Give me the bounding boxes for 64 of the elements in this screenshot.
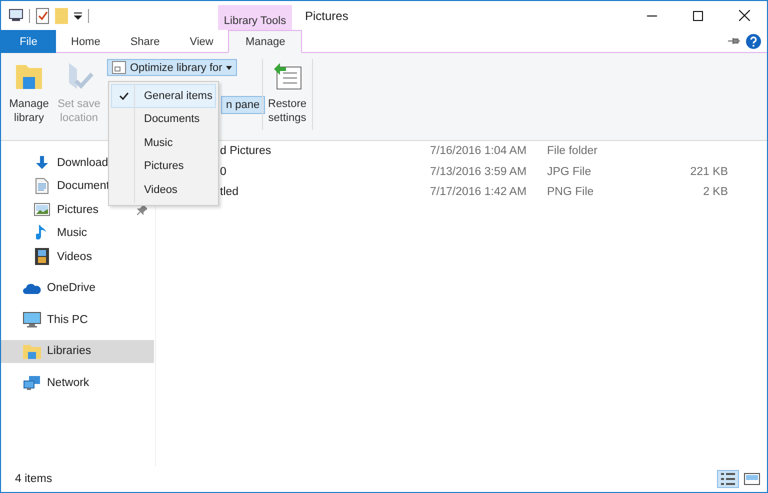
large-icons-view-button[interactable] xyxy=(741,470,763,488)
picture-icon xyxy=(34,203,50,216)
library-folder-icon xyxy=(23,343,41,360)
optimize-library-dropdown[interactable]: Optimize library for xyxy=(107,59,238,76)
restore-settings-button[interactable]: Restore settings xyxy=(265,57,310,129)
file-size: 221 KB xyxy=(690,166,728,178)
details-view-icon xyxy=(720,472,736,486)
document-icon xyxy=(35,178,49,194)
item-count: 4 items xyxy=(15,473,52,485)
date-modified: 7/17/2016 1:42 AM xyxy=(430,186,527,198)
nav-item[interactable]: This PC xyxy=(1,308,155,332)
nav-item-label: Pictures xyxy=(57,204,99,216)
nav-item-label: Document xyxy=(57,180,110,192)
properties-icon xyxy=(9,9,23,22)
nav-item[interactable]: Libraries xyxy=(1,340,154,363)
large-icons-view-icon xyxy=(744,472,760,486)
file-type: JPG File xyxy=(547,166,592,178)
file-type: PNG File xyxy=(547,186,594,198)
nav-item-label: Download xyxy=(57,156,108,169)
nav-item-label: Videos xyxy=(57,250,92,263)
menu-item[interactable]: Videos xyxy=(111,178,216,202)
ribbon-tab[interactable]: Share xyxy=(115,30,175,53)
contextual-tab-group-label: Library Tools xyxy=(218,5,292,30)
nav-item-label: Network xyxy=(47,376,90,389)
menu-item[interactable]: Documents xyxy=(111,108,216,131)
nav-item[interactable]: Music xyxy=(1,222,155,245)
file-size: 2 KB xyxy=(703,186,728,198)
window-title: Pictures xyxy=(305,8,348,22)
monitor-icon xyxy=(23,312,41,328)
view-icon xyxy=(112,61,126,74)
cloud-icon xyxy=(23,282,41,294)
file-name[interactable]: d Pictures xyxy=(220,145,272,158)
ribbon-tab[interactable]: Manage xyxy=(228,30,302,53)
checked-document-icon[interactable] xyxy=(36,8,49,24)
menu-item[interactable]: Pictures xyxy=(111,154,216,178)
caret-icon xyxy=(226,66,232,70)
file-menu-button[interactable]: File xyxy=(1,30,56,53)
ribbon-tab[interactable]: View xyxy=(174,30,228,53)
details-view-button[interactable] xyxy=(717,470,739,488)
download-arrow-icon xyxy=(34,154,50,171)
music-note-icon xyxy=(36,224,48,242)
ribbon-tab[interactable]: Home xyxy=(56,30,116,53)
nav-item-label: Music xyxy=(57,227,88,240)
menu-item[interactable]: Music xyxy=(111,131,216,154)
file-name[interactable]: 0 xyxy=(220,166,226,178)
nav-item[interactable]: OneDrive xyxy=(1,276,155,300)
file-type: File folder xyxy=(547,145,598,158)
navigation-pane-button[interactable]: n pane xyxy=(221,96,265,114)
pin-icon[interactable] xyxy=(728,37,740,45)
date-modified: 7/16/2016 1:04 AM xyxy=(430,145,527,158)
date-modified: 7/13/2016 3:59 AM xyxy=(430,166,527,178)
close-icon xyxy=(738,10,750,21)
nav-item-label: OneDrive xyxy=(47,282,96,294)
maximize-icon xyxy=(693,10,703,20)
nav-item-label: This PC xyxy=(47,314,88,326)
nav-item[interactable]: Videos xyxy=(1,245,155,268)
file-name[interactable]: tled xyxy=(220,186,239,198)
network-icon xyxy=(23,374,41,391)
menu-item[interactable]: General items xyxy=(111,84,216,108)
manage-library-button[interactable]: Manage library xyxy=(5,57,53,129)
film-strip-icon xyxy=(35,248,49,266)
nav-item[interactable]: Network xyxy=(1,371,155,394)
help-icon[interactable] xyxy=(746,34,761,48)
nav-item-label: Libraries xyxy=(47,345,92,358)
